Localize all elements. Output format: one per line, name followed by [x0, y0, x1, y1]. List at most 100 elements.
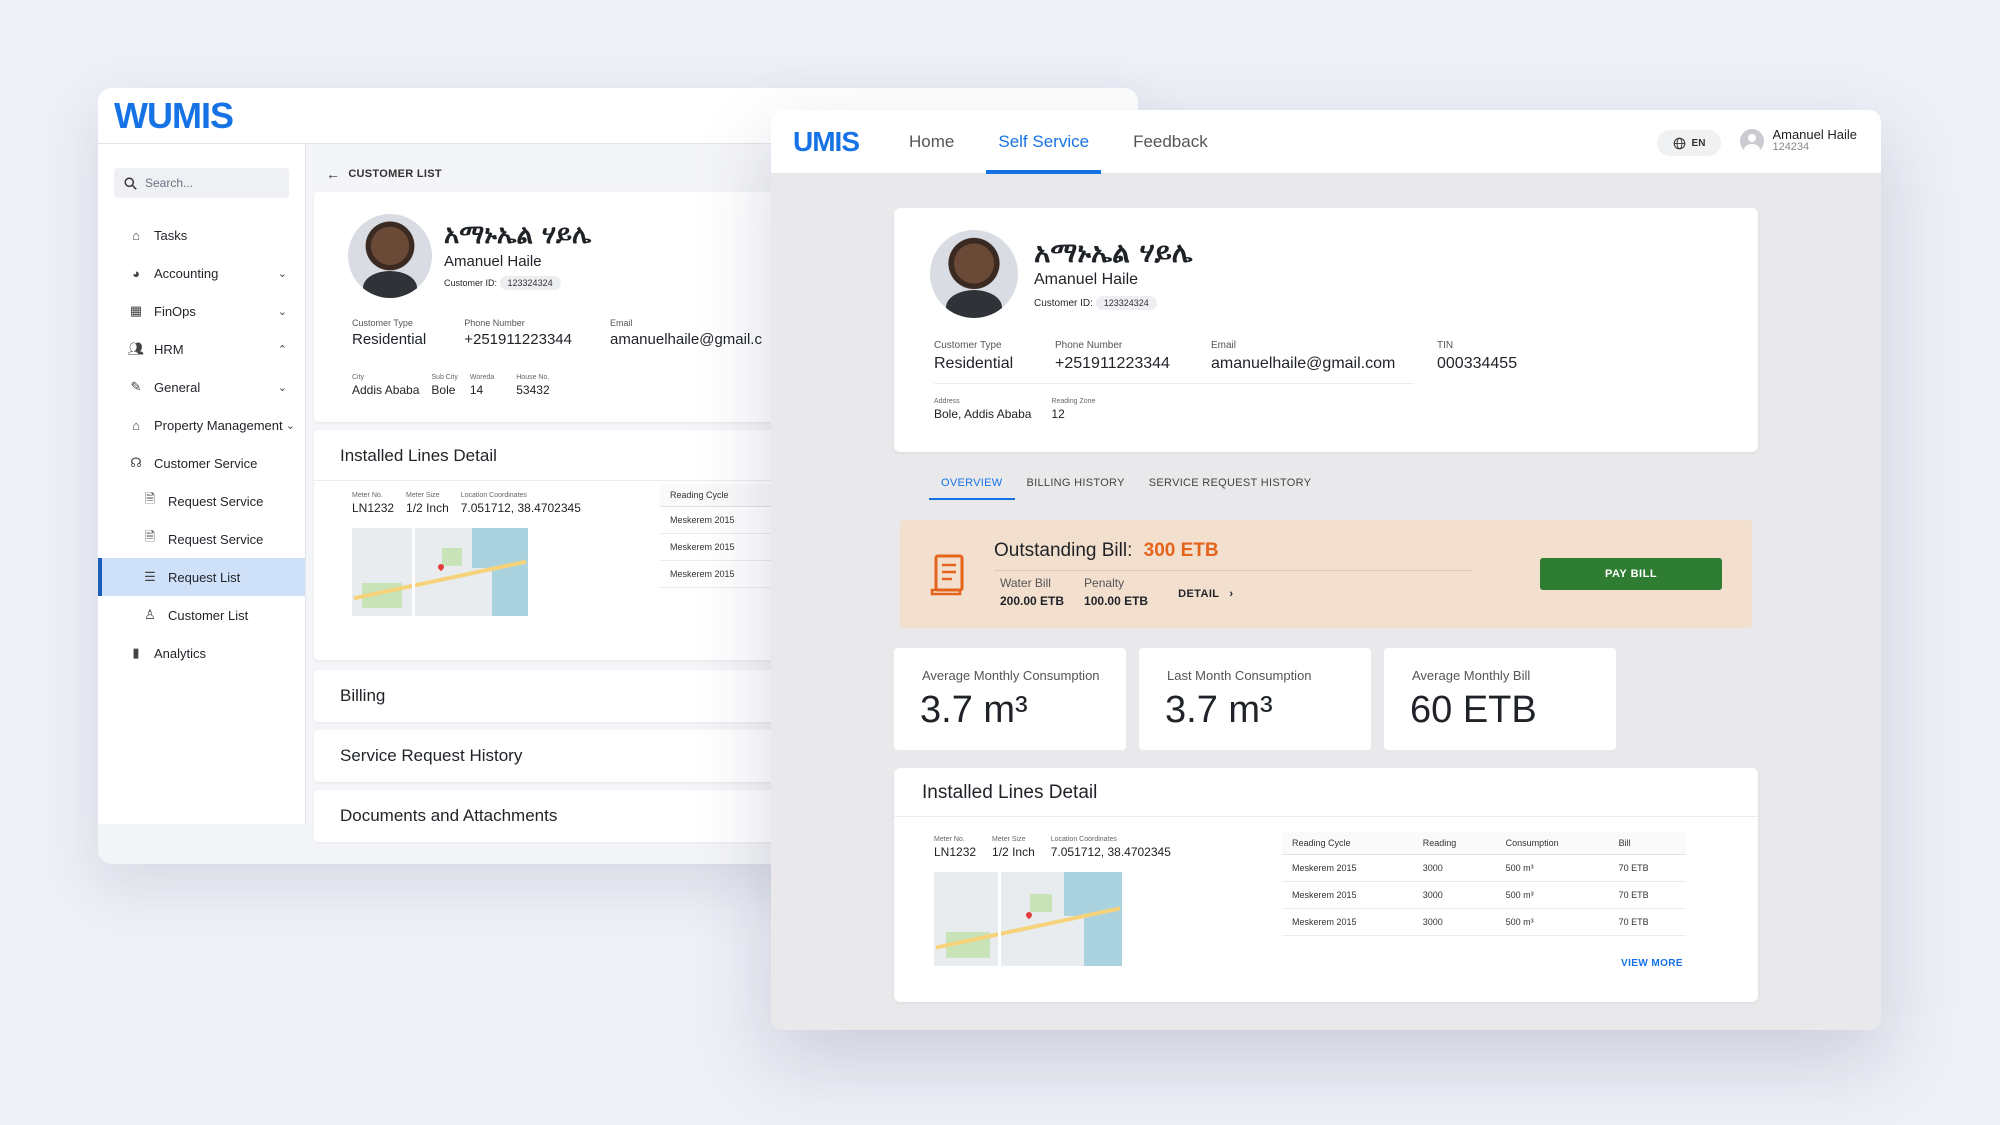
document-add-icon: 🗎︎	[144, 529, 156, 544]
sidebar-item-finops[interactable]: ▦ FinOps ⌄	[98, 292, 305, 330]
chevron-down-icon: ⌄	[277, 381, 287, 394]
email-label: Email	[1211, 340, 1237, 351]
customer-id-badge: 123324324	[1095, 296, 1157, 310]
pay-bill-button[interactable]: PAY BILL	[1540, 558, 1722, 590]
address-label: Address	[934, 398, 960, 405]
phone-label: Phone Number	[1055, 340, 1123, 351]
sidebar-item-analytics[interactable]: ▮ Analytics	[98, 634, 305, 672]
sidebar-item-general[interactable]: ✎ General ⌄	[98, 368, 305, 406]
tab-overview[interactable]: OVERVIEW	[929, 466, 1015, 500]
table-icon: ▦	[129, 303, 143, 318]
language-selector[interactable]: EN	[1657, 130, 1721, 156]
customer-name-amharic: አማኑኤል ሃይሌ	[1034, 236, 1193, 269]
address-row: Address Bole, Addis Ababa Reading Zone 12	[934, 398, 1095, 421]
customer-type-value: Residential	[352, 331, 427, 348]
water-bill-label: Water Bill	[1000, 576, 1051, 590]
reading-table: Reading Cycle Reading Consumption Bill M…	[1282, 832, 1686, 936]
user-menu[interactable]: Amanuel Haile 124234	[1740, 128, 1857, 153]
customer-type-label: Customer Type	[934, 340, 1002, 351]
location-map[interactable]	[352, 528, 528, 616]
customer-type-label: Customer Type	[352, 318, 413, 328]
subcity-value: Bole	[431, 383, 456, 397]
meter-no-value: LN1232	[352, 501, 395, 515]
house-label: House No.	[516, 374, 550, 381]
nav-feedback[interactable]: Feedback	[1121, 110, 1220, 174]
user-name: Amanuel Haile	[1772, 127, 1857, 142]
address-value: Bole, Addis Ababa	[934, 407, 1032, 421]
phone-label: Phone Number	[464, 318, 525, 328]
table-cell: 3000	[1412, 908, 1496, 936]
water-bill-value: 200.00 ETB	[1000, 594, 1065, 608]
sidebar-item-customer-list[interactable]: ♙ Customer List	[98, 596, 305, 634]
customer-profile-card: አማኑኤል ሃይሌ Amanuel Haile Customer ID: 123…	[894, 208, 1758, 452]
chevron-down-icon: ⌄	[277, 305, 287, 318]
customer-id-label: Customer ID:	[1034, 298, 1093, 309]
chevron-down-icon: ⌄	[285, 419, 295, 432]
table-cell: 3000	[1412, 881, 1496, 909]
receipt-icon	[930, 554, 964, 596]
view-more-link[interactable]: VIEW MORE	[1621, 958, 1683, 969]
email-value: amanuelhaile@gmail.com	[1211, 355, 1396, 372]
nav-self-service[interactable]: Self Service	[986, 110, 1101, 174]
divider	[934, 383, 1414, 384]
sidebar-item-request-service[interactable]: 🗎︎ Request Service	[98, 482, 305, 520]
table-cell: Meskerem 2015	[1282, 854, 1413, 882]
sidebar-item-request-list[interactable]: ☰ Request List	[98, 558, 305, 596]
outstanding-bill-row: Outstanding Bill: 300 ETB	[994, 540, 1219, 562]
bar-chart-icon: ▮	[132, 645, 140, 660]
search-input[interactable]: Search...	[114, 168, 289, 198]
language-label: EN	[1691, 137, 1706, 149]
table-cell: Meskerem 2015	[1282, 908, 1413, 936]
tab-billing-history[interactable]: BILLING HISTORY	[1015, 466, 1137, 500]
sidebar-item-label: Request Service	[168, 493, 264, 509]
nav-home[interactable]: Home	[897, 110, 966, 174]
divider	[994, 570, 1472, 571]
tab-service-request-history[interactable]: SERVICE REQUEST HISTORY	[1137, 466, 1324, 500]
sidebar-item-label: HRM	[154, 341, 184, 357]
reading-zone-value: 12	[1051, 407, 1065, 421]
coords-label: Location Coordinates	[1050, 836, 1117, 843]
city-value: Addis Ababa	[352, 383, 420, 397]
sidebar-item-label: Property Management	[154, 417, 283, 433]
stat-value: 3.7 m³	[920, 689, 1028, 731]
outstanding-bill-title: Outstanding Bill:	[994, 540, 1133, 561]
sidebar-item-customer-service[interactable]: ☊ Customer Service	[98, 444, 305, 482]
woreda-value: 14	[469, 383, 484, 397]
customer-name: Amanuel Haile	[1034, 271, 1139, 288]
email-label: Email	[609, 318, 633, 328]
contact-row: Customer Type Residential Phone Number +25…	[352, 318, 762, 348]
documents-title: Documents and Attachments	[340, 806, 558, 825]
sidebar-item-tasks[interactable]: ⌂ Tasks	[98, 216, 305, 254]
address-row: City Addis Ababa Sub City Bole Woreda 14 Ho…	[352, 374, 550, 397]
sidebar-item-label: FinOps	[154, 303, 196, 319]
table-row: Meskerem 2015 3000 500 m³ 70 ETB	[1282, 854, 1686, 882]
sidebar-item-property-management[interactable]: ⌂ Property Management ⌄	[98, 406, 305, 444]
table-cell: 500 m³	[1495, 881, 1609, 909]
customer-name: Amanuel Haile	[444, 253, 542, 270]
sidebar-item-hrm[interactable]: 👥︎ HRM ⌃	[98, 330, 305, 368]
table-row: Meskerem 2015 3000 500 m³ 70 ETB	[1282, 908, 1686, 936]
house-value: 53432	[516, 383, 550, 397]
table-cell: 500 m³	[1495, 908, 1609, 936]
email-value: amanuelhaile@gmail.c	[609, 331, 762, 348]
sidebar-item-accounting[interactable]: ◕ Accounting ⌄	[98, 254, 305, 292]
meter-no-value: LN1232	[934, 845, 977, 859]
location-map[interactable]	[934, 872, 1122, 966]
umis-logo: UMIS	[793, 125, 860, 157]
sidebar-item-request-service-2[interactable]: 🗎︎ Request Service	[98, 520, 305, 558]
table-header-cell: Reading Cycle	[1282, 832, 1413, 855]
people-icon: 👥︎	[127, 341, 145, 356]
installed-lines-card: Installed Lines Detail Meter No. LN1232 M…	[894, 768, 1758, 1002]
detail-link[interactable]: DETAIL ›	[1178, 588, 1233, 608]
coords-value: 7.051712, 38.4702345	[460, 501, 581, 515]
sidebar-item-label: General	[154, 379, 201, 395]
reading-zone-label: Reading Zone	[1051, 398, 1096, 405]
tin-value: 000334455	[1437, 355, 1518, 372]
pie-chart-icon: ◕	[132, 265, 140, 281]
table-cell: Meskerem 2015	[1282, 881, 1413, 909]
tin-label: TIN	[1437, 340, 1454, 351]
meter-size-label: Meter Size	[992, 836, 1026, 843]
coords-value: 7.051712, 38.4702345	[1050, 845, 1171, 859]
stat-label: Average Monthly Consumption	[922, 668, 1100, 683]
subcity-label: Sub City	[431, 374, 458, 381]
